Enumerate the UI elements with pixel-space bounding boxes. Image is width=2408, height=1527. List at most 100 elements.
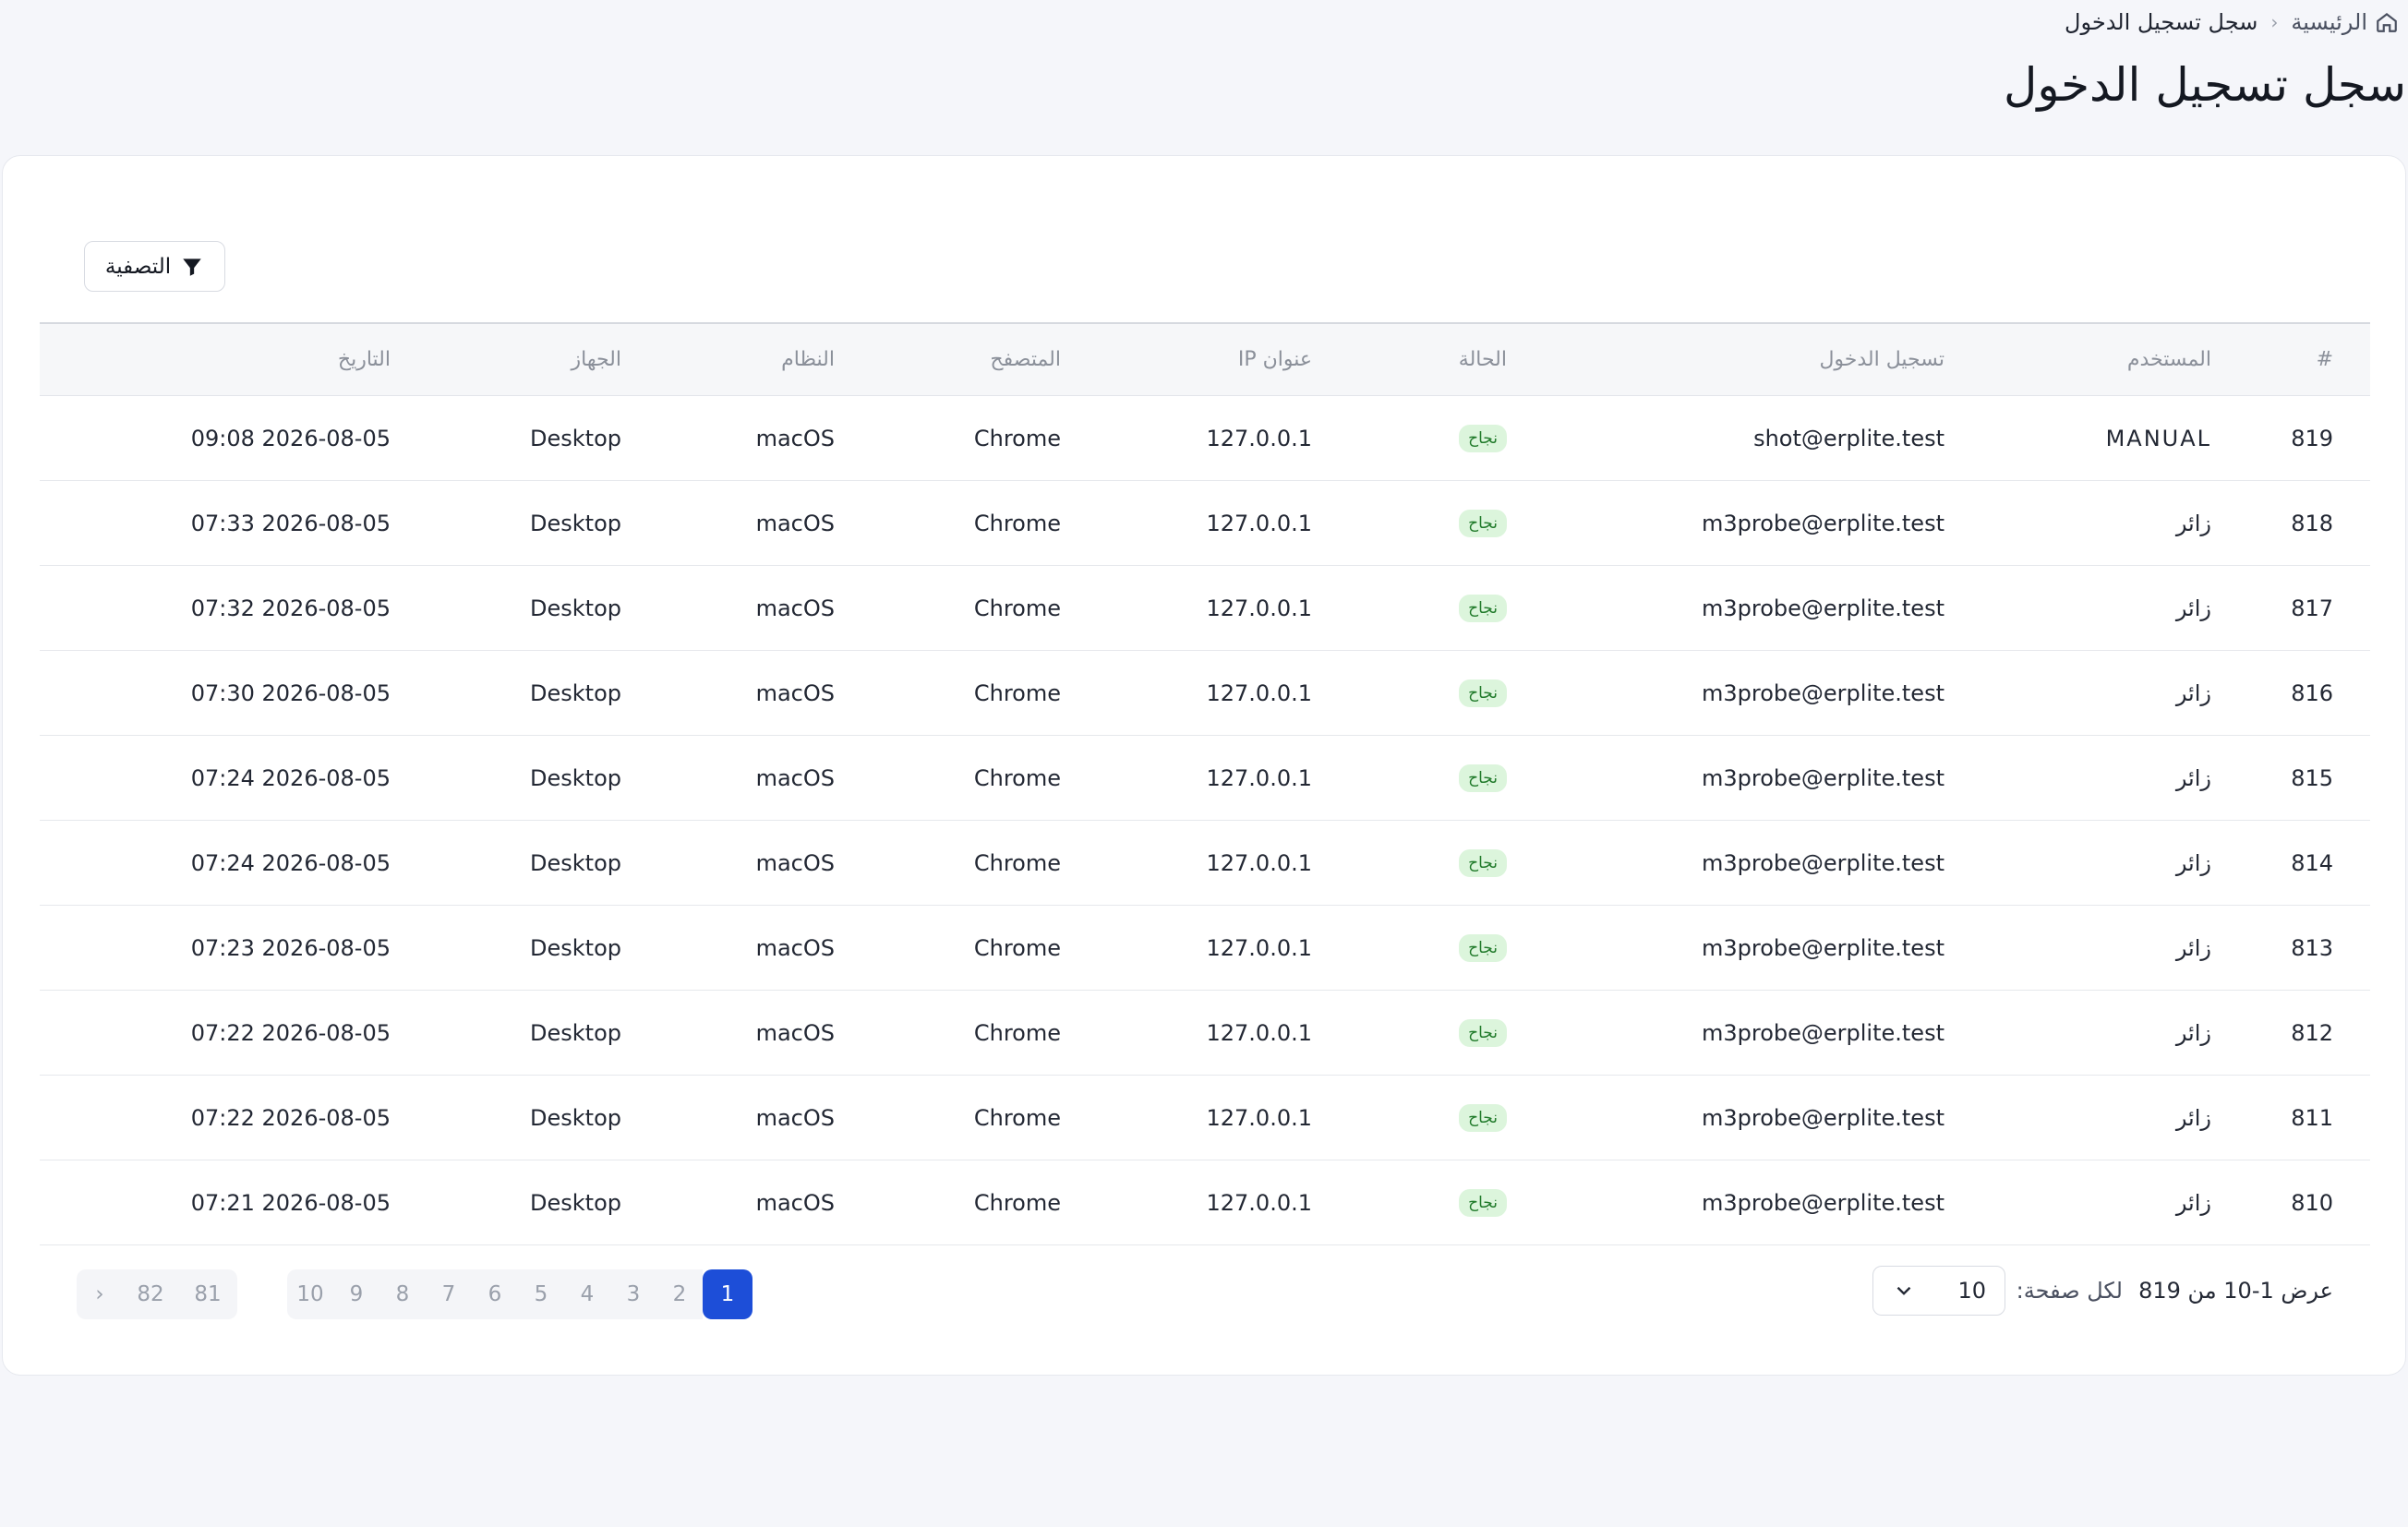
- status-badge: نجاح: [1459, 1018, 1507, 1047]
- cell-os: macOS: [755, 849, 835, 876]
- table-row[interactable]: 813 زائر m3probe@erplite.test نجاح 127.0…: [40, 906, 2370, 991]
- breadcrumb-home[interactable]: الرئيسية: [2291, 9, 2399, 35]
- table-row[interactable]: 810 زائر m3probe@erplite.test نجاح 127.0…: [40, 1160, 2370, 1245]
- header-device[interactable]: الجهاز: [572, 324, 621, 395]
- cell-num: 813: [2291, 934, 2333, 961]
- page-title: سجل تسجيل الدخول: [2003, 58, 2406, 112]
- status-badge: نجاح: [1459, 933, 1507, 962]
- header-browser[interactable]: المتصفح: [990, 324, 1061, 395]
- page-button[interactable]: 7: [426, 1269, 472, 1319]
- page-button[interactable]: 3: [610, 1269, 656, 1319]
- page-button[interactable]: 2: [656, 1269, 703, 1319]
- page-button[interactable]: 5: [518, 1269, 564, 1319]
- cell-device: Desktop: [530, 1019, 621, 1046]
- status-badge: نجاح: [1459, 424, 1507, 452]
- per-page-value: 10: [1957, 1278, 1986, 1304]
- header-login[interactable]: تسجيل الدخول: [1819, 324, 1944, 395]
- cell-login: m3probe@erplite.test: [1701, 1019, 1944, 1046]
- cell-browser: Chrome: [973, 1104, 1061, 1131]
- chevron-down-icon: [1896, 1286, 1911, 1295]
- cell-user: زائر: [2175, 764, 2211, 791]
- table-row[interactable]: 814 زائر m3probe@erplite.test نجاح 127.0…: [40, 821, 2370, 906]
- cell-status: نجاح: [1459, 821, 1507, 905]
- cell-login: m3probe@erplite.test: [1701, 1104, 1944, 1131]
- cell-status: نجاح: [1459, 651, 1507, 735]
- cell-user: زائر: [2175, 510, 2211, 536]
- cell-user: زائر: [2175, 595, 2211, 621]
- cell-device: Desktop: [530, 595, 621, 621]
- table-row[interactable]: 817 زائر m3probe@erplite.test نجاح 127.0…: [40, 566, 2370, 651]
- page-button[interactable]: 82: [123, 1269, 178, 1319]
- table-footer: عرض 1-10 من 819 لكل صفحة: 10 10 9 8 7 6 …: [40, 1260, 2370, 1321]
- status-badge: نجاح: [1459, 594, 1507, 622]
- cell-status: نجاح: [1459, 991, 1507, 1075]
- cell-status: نجاح: [1459, 736, 1507, 820]
- cell-num: 819: [2291, 425, 2333, 451]
- page-button-active[interactable]: 1: [703, 1269, 752, 1319]
- cell-login: m3probe@erplite.test: [1701, 849, 1944, 876]
- home-icon: [2377, 12, 2397, 32]
- cell-login: m3probe@erplite.test: [1701, 764, 1944, 791]
- cell-status: نجاح: [1459, 906, 1507, 990]
- filter-button[interactable]: التصفية: [84, 241, 225, 292]
- cell-status: نجاح: [1459, 396, 1507, 480]
- table-row[interactable]: 819 MANUAL shot@erplite.test نجاح 127.0.…: [40, 396, 2370, 481]
- cell-num: 818: [2291, 510, 2333, 536]
- cell-device: Desktop: [530, 934, 621, 961]
- cell-ip: 127.0.0.1: [1206, 425, 1312, 451]
- cell-ip: 127.0.0.1: [1206, 1189, 1312, 1216]
- cell-num: 811: [2291, 1104, 2333, 1131]
- cell-date: 2026-08-05 07:22: [190, 1019, 391, 1046]
- cell-ip: 127.0.0.1: [1206, 510, 1312, 536]
- table-row[interactable]: 815 زائر m3probe@erplite.test نجاح 127.0…: [40, 736, 2370, 821]
- status-badge: نجاح: [1459, 848, 1507, 877]
- cell-login: shot@erplite.test: [1753, 425, 1944, 451]
- per-page-label: لكل صفحة:: [2016, 1278, 2123, 1304]
- cell-status: نجاح: [1459, 481, 1507, 565]
- cell-browser: Chrome: [973, 510, 1061, 536]
- cell-os: macOS: [755, 679, 835, 706]
- header-num[interactable]: #: [2317, 324, 2333, 395]
- cell-date: 2026-08-05 07:30: [190, 679, 391, 706]
- header-user[interactable]: المستخدم: [2127, 324, 2211, 395]
- cell-ip: 127.0.0.1: [1206, 679, 1312, 706]
- table-row[interactable]: 811 زائر m3probe@erplite.test نجاح 127.0…: [40, 1076, 2370, 1160]
- table-row[interactable]: 812 زائر m3probe@erplite.test نجاح 127.0…: [40, 991, 2370, 1076]
- cell-browser: Chrome: [973, 1019, 1061, 1046]
- next-page-button[interactable]: ›: [77, 1269, 123, 1319]
- page-button[interactable]: 6: [472, 1269, 518, 1319]
- login-log-table: # المستخدم تسجيل الدخول الحالة عنوان IP …: [40, 322, 2370, 1245]
- cell-login: m3probe@erplite.test: [1701, 595, 1944, 621]
- status-badge: نجاح: [1459, 679, 1507, 707]
- cell-browser: Chrome: [973, 934, 1061, 961]
- header-date[interactable]: التاريخ: [338, 324, 391, 395]
- cell-user: زائر: [2175, 849, 2211, 876]
- page-button[interactable]: 10: [287, 1269, 333, 1319]
- page-button[interactable]: 4: [564, 1269, 610, 1319]
- cell-device: Desktop: [530, 510, 621, 536]
- header-status[interactable]: الحالة: [1459, 324, 1507, 395]
- cell-num: 810: [2291, 1189, 2333, 1216]
- cell-status: نجاح: [1459, 1076, 1507, 1160]
- page-button[interactable]: 9: [333, 1269, 379, 1319]
- showing-count: عرض 1-10 من 819: [2138, 1278, 2333, 1304]
- header-ip[interactable]: عنوان IP: [1238, 324, 1312, 395]
- cell-device: Desktop: [530, 849, 621, 876]
- table-row[interactable]: 818 زائر m3probe@erplite.test نجاح 127.0…: [40, 481, 2370, 566]
- page-button[interactable]: 8: [379, 1269, 426, 1319]
- page-button[interactable]: 81: [178, 1269, 237, 1319]
- cell-date: 2026-08-05 07:33: [190, 510, 391, 536]
- header-os[interactable]: النظام: [781, 324, 835, 395]
- cell-os: macOS: [755, 934, 835, 961]
- per-page-select[interactable]: 10: [1872, 1266, 2005, 1316]
- status-badge: نجاح: [1459, 1188, 1507, 1217]
- cell-os: macOS: [755, 1189, 835, 1216]
- cell-user: زائر: [2175, 1189, 2211, 1216]
- filter-icon: [183, 258, 201, 276]
- breadcrumb: الرئيسية ‹ سجل تسجيل الدخول: [2065, 7, 2399, 37]
- table-row[interactable]: 816 زائر m3probe@erplite.test نجاح 127.0…: [40, 651, 2370, 736]
- cell-user: زائر: [2175, 679, 2211, 706]
- cell-browser: Chrome: [973, 595, 1061, 621]
- cell-login: m3probe@erplite.test: [1701, 934, 1944, 961]
- cell-login: m3probe@erplite.test: [1701, 679, 1944, 706]
